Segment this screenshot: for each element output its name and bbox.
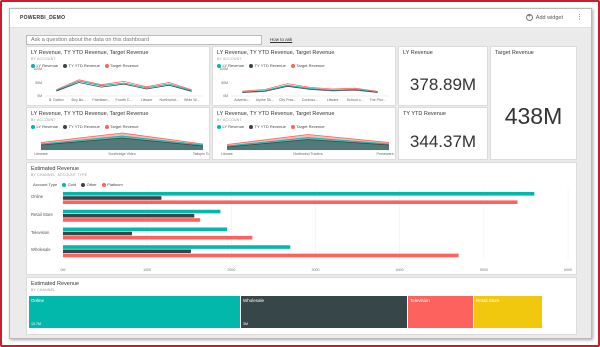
card-target-revenue-value: 438M — [504, 103, 563, 129]
treemap-cell-value: 3M — [243, 322, 248, 326]
x-tick-label: Buy Bu... — [71, 98, 87, 102]
treemap-cell[interactable]: Wholesale 3M — [241, 296, 407, 328]
line-chart-tile-1[interactable]: LY Revenue, TY YTD Revenue, Target Reven… — [26, 46, 210, 106]
x-tick-label: School o... — [346, 98, 364, 102]
x-tick-label: Liteware — [34, 152, 48, 156]
category-label: Wholesale — [31, 247, 51, 253]
how-to-ask-link[interactable]: How to ask — [270, 37, 292, 42]
x-tick-label: Fabrikam... — [92, 98, 111, 102]
x-tick-label: Alpine Sk... — [255, 98, 274, 102]
bar-gold[interactable] — [63, 192, 535, 196]
y-tick-label: 100M — [219, 67, 228, 71]
x-tick-label: Fourth C... — [115, 98, 133, 102]
bar-gold[interactable] — [63, 209, 221, 214]
y-tick-label: 100M — [33, 67, 42, 71]
x-tick-label: Northwind Traders — [293, 152, 323, 156]
bar-gold[interactable] — [63, 245, 291, 249]
treemap-cell-value: 13.7M — [31, 322, 41, 326]
card-target-revenue-title: Target Revenue — [495, 50, 534, 56]
treemap-title: Estimated Revenue — [31, 281, 79, 287]
y-tick-label: 0M — [223, 94, 228, 98]
x-tick-label: Adventu... — [234, 98, 251, 102]
treemap-cell-name: Television — [410, 298, 430, 303]
treemap-cell[interactable]: Retail Store — [474, 296, 542, 328]
bar-other[interactable] — [63, 213, 195, 218]
x-tick-label: Proseware, Inc. — [376, 152, 395, 156]
x-tick-label: Northwind... — [159, 98, 179, 102]
x-tick-label: 6000 — [564, 268, 572, 272]
treemap-tile[interactable]: Estimated Revenue BY CHANNEL Online 13.7M… — [26, 277, 577, 335]
category-label: Online — [31, 194, 44, 199]
treemap-subtitle: BY CHANNEL — [31, 288, 56, 292]
x-tick-label: Wide W... — [184, 98, 200, 102]
add-widget-button[interactable]: + Add widget — [525, 14, 563, 21]
line-chart-tile-2[interactable]: LY Revenue, TY YTD Revenue, Target Reven… — [212, 46, 396, 106]
y-tick-label: 50M — [35, 80, 42, 85]
x-tick-label: 0M — [60, 268, 66, 272]
x-tick-label: 2000 — [227, 268, 236, 272]
plus-icon: + — [525, 14, 533, 21]
x-tick-label: Tailspin Toys — [192, 152, 210, 156]
x-tick-label: The Pho... — [369, 98, 386, 102]
bar-gold[interactable] — [63, 227, 228, 232]
bar-other[interactable] — [63, 231, 133, 236]
x-tick-label: 4000 — [395, 268, 404, 272]
y-tick-label: 0M — [37, 94, 42, 98]
bar-other[interactable] — [63, 249, 191, 254]
category-label: Television — [31, 229, 50, 235]
card-ly-revenue[interactable]: LY Revenue 378.89M — [398, 46, 488, 106]
bar-chart-tile[interactable]: Estimated Revenue BY CHANNEL, ACCOUNT TY… — [26, 162, 577, 275]
x-tick-label: City Pow... — [278, 98, 296, 102]
treemap-cell[interactable]: Television — [408, 296, 473, 328]
y-tick-label: 50M — [221, 80, 228, 85]
x-tick-label: Litware — [221, 152, 233, 156]
card-ly-revenue-title: LY Revenue — [403, 50, 433, 56]
category-label: Retail Store — [31, 211, 53, 217]
dashboard-title: POWERBI_DEMO — [20, 15, 66, 21]
dashboard-window: POWERBI_DEMO + Add widget ⋮ How to ask L… — [9, 8, 592, 339]
treemap-cell-name: Retail Store — [476, 298, 500, 303]
x-tick-label: B. Dalton — [48, 98, 64, 102]
more-options-icon[interactable]: ⋮ — [576, 13, 583, 21]
treemap-cell[interactable]: Online 13.7M — [29, 296, 240, 328]
x-tick-label: Litware — [140, 98, 153, 102]
x-tick-label: Contoso... — [301, 98, 319, 102]
bar-chart-svg — [62, 189, 569, 260]
qna-input[interactable] — [26, 35, 262, 45]
line-chart-svg — [231, 83, 389, 97]
bar-platinum[interactable] — [63, 218, 201, 222]
bar-other[interactable] — [63, 196, 162, 200]
treemap-cell-name: Wholesale — [243, 298, 265, 303]
card-ty-ytd-revenue-value: 344.37M — [409, 132, 477, 151]
card-ty-ytd-revenue[interactable]: TY YTD Revenue 344.37M — [398, 107, 488, 160]
card-ly-revenue-value: 378.89M — [409, 75, 477, 94]
card-target-revenue[interactable]: Target Revenue 438M — [490, 46, 577, 160]
x-tick-label: Southridge Video — [108, 152, 136, 156]
series-line-ty-ytd-revenue — [56, 82, 192, 92]
x-tick-label: 1000 — [143, 268, 152, 272]
bar-platinum[interactable] — [63, 253, 459, 258]
card-ty-ytd-revenue-title: TY YTD Revenue — [403, 111, 446, 117]
add-widget-label: Add widget — [535, 14, 563, 21]
dashboard-header: POWERBI_DEMO + Add widget ⋮ — [10, 9, 591, 28]
treemap-cell-name: Online — [31, 298, 45, 303]
bar-platinum[interactable] — [63, 200, 518, 204]
x-tick-label: Litware — [326, 98, 339, 102]
x-tick-label: 5000 — [479, 268, 488, 272]
area-chart-tile-1[interactable]: LY Revenue, TY YTD Revenue, Target Reven… — [26, 107, 210, 160]
line-chart-svg — [45, 79, 203, 97]
bar-platinum[interactable] — [63, 235, 253, 240]
x-tick-label: 3000 — [311, 268, 320, 272]
area-chart-tile-2[interactable]: LY Revenue, TY YTD Revenue, Target Reven… — [212, 107, 396, 160]
